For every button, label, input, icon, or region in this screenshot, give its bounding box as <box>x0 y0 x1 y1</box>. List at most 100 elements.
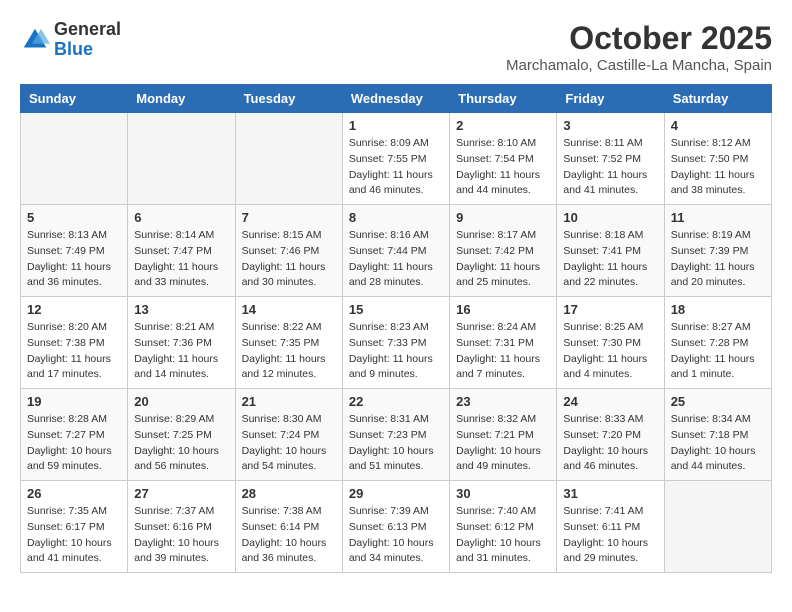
calendar-cell: 8 Sunrise: 8:16 AM Sunset: 7:44 PM Daylig… <box>342 205 449 297</box>
calendar-cell: 7Sunrise: 8:15 AM Sunset: 7:46 PM Daylig… <box>235 205 342 297</box>
day-info: Sunrise: 7:40 AM Sunset: 6:12 PM Dayligh… <box>456 504 550 567</box>
calendar-week-2: 5 Sunrise: 8:13 AM Sunset: 7:49 PM Daylig… <box>21 205 772 297</box>
weekday-header-friday: Friday <box>557 85 664 113</box>
day-number: 9 <box>456 210 550 225</box>
day-info: Sunrise: 8:34 AM Sunset: 7:18 PM Dayligh… <box>671 412 765 475</box>
calendar-cell: 19 Sunrise: 8:28 AM Sunset: 7:27 PM Dayli… <box>21 389 128 481</box>
calendar-cell: 23 Sunrise: 8:32 AM Sunset: 7:21 PM Dayli… <box>450 389 557 481</box>
calendar-cell: 11Sunrise: 8:19 AM Sunset: 7:39 PM Dayli… <box>664 205 771 297</box>
calendar-table: SundayMondayTuesdayWednesdayThursdayFrid… <box>20 84 772 573</box>
calendar-cell: 13 Sunrise: 8:21 AM Sunset: 7:36 PM Dayli… <box>128 297 235 389</box>
day-number: 20 <box>134 394 228 409</box>
day-number: 2 <box>456 118 550 133</box>
day-info: Sunrise: 8:25 AM Sunset: 7:30 PM Dayligh… <box>563 320 657 383</box>
calendar-cell: 30 Sunrise: 7:40 AM Sunset: 6:12 PM Dayli… <box>450 481 557 573</box>
day-info: Sunrise: 8:22 AM Sunset: 7:35 PM Dayligh… <box>242 320 336 383</box>
page-header: General Blue October 2025 Marchamalo, Ca… <box>20 20 772 74</box>
day-number: 23 <box>456 394 550 409</box>
day-number: 25 <box>671 394 765 409</box>
day-number: 27 <box>134 486 228 501</box>
calendar-cell: 12 Sunrise: 8:20 AM Sunset: 7:38 PM Dayli… <box>21 297 128 389</box>
day-number: 24 <box>563 394 657 409</box>
day-number: 1 <box>349 118 443 133</box>
day-number: 5 <box>27 210 121 225</box>
day-info: Sunrise: 8:14 AM Sunset: 7:47 PM Dayligh… <box>134 228 228 291</box>
day-info: Sunrise: 8:21 AM Sunset: 7:36 PM Dayligh… <box>134 320 228 383</box>
day-info: Sunrise: 8:20 AM Sunset: 7:38 PM Dayligh… <box>27 320 121 383</box>
day-info: Sunrise: 8:23 AM Sunset: 7:33 PM Dayligh… <box>349 320 443 383</box>
day-number: 29 <box>349 486 443 501</box>
day-info: Sunrise: 8:33 AM Sunset: 7:20 PM Dayligh… <box>563 412 657 475</box>
calendar-cell <box>235 113 342 205</box>
calendar-cell: 25 Sunrise: 8:34 AM Sunset: 7:18 PM Dayli… <box>664 389 771 481</box>
calendar-cell: 1 Sunrise: 8:09 AM Sunset: 7:55 PM Daylig… <box>342 113 449 205</box>
day-info: Sunrise: 8:10 AM Sunset: 7:54 PM Dayligh… <box>456 136 550 199</box>
calendar-cell <box>664 481 771 573</box>
day-info: Sunrise: 8:30 AM Sunset: 7:24 PM Dayligh… <box>242 412 336 475</box>
calendar-cell: 29 Sunrise: 7:39 AM Sunset: 6:13 PM Dayli… <box>342 481 449 573</box>
day-number: 31 <box>563 486 657 501</box>
calendar-cell: 27Sunrise: 7:37 AM Sunset: 6:16 PM Dayli… <box>128 481 235 573</box>
calendar-week-4: 19 Sunrise: 8:28 AM Sunset: 7:27 PM Dayli… <box>21 389 772 481</box>
logo: General Blue <box>20 20 121 60</box>
day-number: 26 <box>27 486 121 501</box>
day-number: 17 <box>563 302 657 317</box>
day-info: Sunrise: 8:18 AM Sunset: 7:41 PM Dayligh… <box>563 228 657 291</box>
day-info: Sunrise: 8:13 AM Sunset: 7:49 PM Dayligh… <box>27 228 121 291</box>
calendar-cell: 18Sunrise: 8:27 AM Sunset: 7:28 PM Dayli… <box>664 297 771 389</box>
day-info: Sunrise: 8:12 AM Sunset: 7:50 PM Dayligh… <box>671 136 765 199</box>
day-number: 8 <box>349 210 443 225</box>
weekday-header-sunday: Sunday <box>21 85 128 113</box>
day-number: 15 <box>349 302 443 317</box>
weekday-header-saturday: Saturday <box>664 85 771 113</box>
day-info: Sunrise: 8:11 AM Sunset: 7:52 PM Dayligh… <box>563 136 657 199</box>
day-number: 4 <box>671 118 765 133</box>
day-number: 19 <box>27 394 121 409</box>
day-info: Sunrise: 8:28 AM Sunset: 7:27 PM Dayligh… <box>27 412 121 475</box>
calendar-cell: 5 Sunrise: 8:13 AM Sunset: 7:49 PM Daylig… <box>21 205 128 297</box>
day-number: 13 <box>134 302 228 317</box>
day-number: 16 <box>456 302 550 317</box>
day-info: Sunrise: 8:09 AM Sunset: 7:55 PM Dayligh… <box>349 136 443 199</box>
day-number: 12 <box>27 302 121 317</box>
day-info: Sunrise: 7:41 AM Sunset: 6:11 PM Dayligh… <box>563 504 657 567</box>
calendar-cell: 15 Sunrise: 8:23 AM Sunset: 7:33 PM Dayli… <box>342 297 449 389</box>
calendar-cell: 4 Sunrise: 8:12 AM Sunset: 7:50 PM Daylig… <box>664 113 771 205</box>
day-number: 22 <box>349 394 443 409</box>
calendar-cell: 14 Sunrise: 8:22 AM Sunset: 7:35 PM Dayli… <box>235 297 342 389</box>
weekday-header-thursday: Thursday <box>450 85 557 113</box>
calendar-cell: 22 Sunrise: 8:31 AM Sunset: 7:23 PM Dayli… <box>342 389 449 481</box>
weekday-header-monday: Monday <box>128 85 235 113</box>
calendar-cell <box>128 113 235 205</box>
calendar-cell: 21 Sunrise: 8:30 AM Sunset: 7:24 PM Dayli… <box>235 389 342 481</box>
day-info: Sunrise: 8:16 AM Sunset: 7:44 PM Dayligh… <box>349 228 443 291</box>
day-info: Sunrise: 8:31 AM Sunset: 7:23 PM Dayligh… <box>349 412 443 475</box>
calendar-week-1: 1 Sunrise: 8:09 AM Sunset: 7:55 PM Daylig… <box>21 113 772 205</box>
logo-general-text: General <box>54 20 121 40</box>
day-number: 18 <box>671 302 765 317</box>
logo-icon <box>20 25 50 55</box>
weekday-header-row: SundayMondayTuesdayWednesdayThursdayFrid… <box>21 85 772 113</box>
calendar-cell: 2 Sunrise: 8:10 AM Sunset: 7:54 PM Daylig… <box>450 113 557 205</box>
day-info: Sunrise: 8:24 AM Sunset: 7:31 PM Dayligh… <box>456 320 550 383</box>
calendar-week-3: 12 Sunrise: 8:20 AM Sunset: 7:38 PM Dayli… <box>21 297 772 389</box>
day-number: 14 <box>242 302 336 317</box>
calendar-cell: 31 Sunrise: 7:41 AM Sunset: 6:11 PM Dayli… <box>557 481 664 573</box>
calendar-cell: 3Sunrise: 8:11 AM Sunset: 7:52 PM Daylig… <box>557 113 664 205</box>
calendar-cell: 17 Sunrise: 8:25 AM Sunset: 7:30 PM Dayli… <box>557 297 664 389</box>
calendar-cell <box>21 113 128 205</box>
day-number: 10 <box>563 210 657 225</box>
logo-blue-text: Blue <box>54 40 121 60</box>
day-number: 6 <box>134 210 228 225</box>
day-info: Sunrise: 7:39 AM Sunset: 6:13 PM Dayligh… <box>349 504 443 567</box>
day-number: 21 <box>242 394 336 409</box>
day-info: Sunrise: 8:15 AM Sunset: 7:46 PM Dayligh… <box>242 228 336 291</box>
day-info: Sunrise: 8:32 AM Sunset: 7:21 PM Dayligh… <box>456 412 550 475</box>
calendar-cell: 24 Sunrise: 8:33 AM Sunset: 7:20 PM Dayli… <box>557 389 664 481</box>
calendar-cell: 6 Sunrise: 8:14 AM Sunset: 7:47 PM Daylig… <box>128 205 235 297</box>
day-info: Sunrise: 8:17 AM Sunset: 7:42 PM Dayligh… <box>456 228 550 291</box>
day-number: 30 <box>456 486 550 501</box>
calendar-week-5: 26Sunrise: 7:35 AM Sunset: 6:17 PM Dayli… <box>21 481 772 573</box>
location-text: Marchamalo, Castille-La Mancha, Spain <box>506 57 772 74</box>
calendar-cell: 20Sunrise: 8:29 AM Sunset: 7:25 PM Dayli… <box>128 389 235 481</box>
